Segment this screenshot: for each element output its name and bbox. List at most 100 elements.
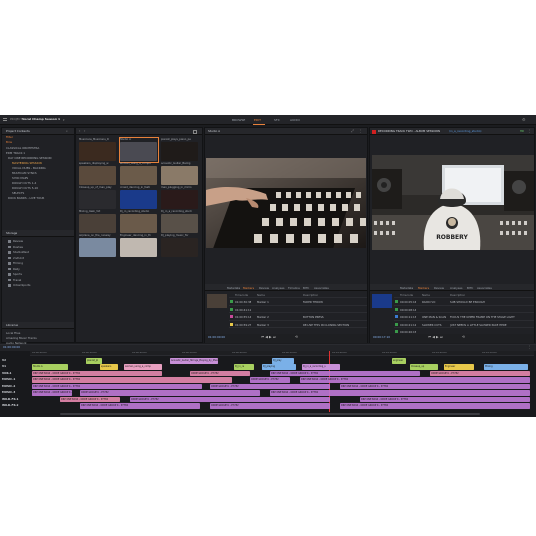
bin-item[interactable]: ROUGH CUTS 5-16	[12, 186, 38, 190]
record-video-frame[interactable]: ROBBERY	[372, 155, 534, 250]
tab-associates[interactable]: Associates	[477, 286, 492, 290]
more-icon[interactable]: ⋮	[359, 129, 363, 133]
storage-item[interactable]: Review	[13, 239, 23, 243]
clip-thumbnail[interactable]: Musicians_Musicians_R	[79, 138, 117, 162]
nav-sfx[interactable]: SFX	[274, 118, 280, 122]
timeline-clip[interactable]: Closeup_up	[410, 364, 438, 370]
expand-icon[interactable]: ⤢	[351, 129, 354, 133]
bin-item[interactable]: DAY ONE RECORDING SESSION	[8, 156, 52, 160]
clip-thumbnail[interactable]: woman_using_a_compu	[120, 162, 158, 186]
bin-item[interactable]: MULTICAM SYNCS	[12, 171, 37, 175]
storage-item[interactable]: Filming	[13, 261, 23, 265]
bin-item[interactable]: CLASSICAL ORCHESTRA	[6, 146, 39, 150]
play-controls-icon[interactable]: ⏮◀▶⏭	[428, 335, 444, 339]
audio-clip[interactable]: DRP ONE BASS - ODDE GROUP K - P7782	[340, 383, 530, 389]
timeline-clip[interactable]: Mixing	[484, 364, 528, 370]
timeline-clip[interactable]: woman_using_a_comp	[124, 364, 162, 370]
timeline-clip[interactable]: Engineer	[444, 364, 474, 370]
settings-icon[interactable]: ⚙	[522, 117, 526, 122]
audio-clip[interactable]: DRP ONE BASS - ODDE GROUP K - P7782	[270, 390, 530, 396]
bin-item[interactable]: MASTERING SESSION	[12, 161, 42, 165]
grid-view-icon[interactable]	[193, 129, 197, 134]
clip-thumbnail[interactable]: acoustic_Guitar_Backg	[161, 162, 199, 186]
clip-thumbnail[interactable]: man_plugging_in_micro	[161, 186, 199, 210]
marker-row[interactable]: 01:00:55:14 Marker 2 BUTTON PRESS	[229, 313, 367, 321]
back-icon[interactable]: ‹	[79, 129, 80, 133]
timeline-clip[interactable]: Acoustic_Guitar_Strings_Playing_by_Music…	[170, 358, 218, 364]
clip-thumbnail[interactable]: Mixing_desk_Vid	[79, 210, 117, 234]
audio-clip[interactable]: ODDE GROUP K - P7782	[430, 370, 530, 376]
play-controls-icon[interactable]: ⏮◀▶⏭	[261, 335, 277, 339]
marker-row[interactable]: 00:00:11:13 ONE MAN & SCAN FOCUS THE UPPER…	[394, 313, 534, 321]
loop-icon[interactable]: ⟲	[462, 335, 465, 339]
tab-metadata[interactable]: Metadata	[400, 286, 413, 290]
timeline-clip[interactable]: Dj_in_a_recording_s	[302, 364, 340, 370]
storage-item[interactable]: Travel	[13, 278, 21, 282]
timeline-clip[interactable]: speakers	[100, 364, 118, 370]
bin-item[interactable]: SELECTS	[12, 191, 24, 195]
marker-row[interactable]: 01:00:59:27 Marker 3 RE-USE THIS IN CLOSIN…	[229, 321, 367, 328]
audio-clip[interactable]: DRP ONE BASS - ODDE GROUP K - P7782	[80, 403, 200, 409]
tab-bitc[interactable]: BITC	[303, 286, 309, 290]
track-label[interactable]: WILD-FX-2	[2, 403, 18, 407]
bin-item[interactable]: VOCAL DUBS - BACKING	[12, 166, 46, 170]
audio-clip[interactable]: ODDE GROUP K - P7782	[210, 383, 330, 389]
app-menu-icon[interactable]	[3, 118, 7, 121]
source-video-frame[interactable]	[206, 158, 366, 248]
audio-clip[interactable]: DRP ONE BASS - ODDE GROUP K - P7782	[32, 390, 72, 396]
loop-icon[interactable]: ⟲	[295, 335, 298, 339]
clip-thumbnail[interactable]: Dj_in_recording_studio	[120, 210, 158, 234]
track-label[interactable]: MUSIC-2	[2, 384, 15, 388]
timeline-clip[interactable]: DJ_play	[272, 358, 294, 364]
clip-thumbnail[interactable]: Engineer_dancing_in_th	[120, 234, 158, 258]
bins-label[interactable]: Bins	[6, 141, 12, 144]
track-label[interactable]: V2	[2, 358, 6, 362]
tab-analyses[interactable]: Analyses	[272, 286, 284, 290]
audio-clip[interactable]: DRP ONE BASS - ODDE GROUP K - P7782	[270, 370, 420, 376]
nav-browse[interactable]: BROWSE	[232, 118, 245, 122]
audio-clip[interactable]: ODDE GROUP K - P7782	[190, 370, 250, 376]
timeline-clip[interactable]: DJ_playing	[262, 364, 296, 370]
bin-item[interactable]: ROUGH CUTS 1-4	[12, 181, 36, 185]
tab-markers[interactable]: Markers	[418, 286, 429, 290]
marker-row[interactable]: 00:00:05:16 RADIO VO SUB SHOULD BE ENOUGH	[394, 298, 534, 306]
more-icon[interactable]: ⋮	[528, 345, 532, 349]
storage-item[interactable]: UrbanSports	[13, 283, 30, 287]
audio-clip[interactable]: ODDE GROUP K - P7782	[130, 396, 330, 402]
storage-item[interactable]: Rally	[13, 267, 20, 271]
nav-edit[interactable]: EDIT	[254, 118, 261, 122]
chevron-down-icon[interactable]: ▾	[63, 118, 65, 122]
audio-clip[interactable]: DRP ONE BASS - ODDE GROUP K - P7782	[340, 403, 530, 409]
clip-thumbnail[interactable]: pianist_plays_piano_pe	[161, 138, 199, 162]
tab-analyses[interactable]: Analyses	[450, 286, 462, 290]
filter-label[interactable]: Filter	[6, 136, 13, 139]
audio-clip[interactable]: DRP ONE BASS - ODDE GROUP K - P7782	[32, 383, 202, 389]
storage-item[interactable]: Rushes	[13, 245, 23, 249]
bin-item[interactable]: SYNC MAPS	[12, 176, 28, 180]
search-icon[interactable]: ⌕	[66, 129, 68, 133]
storage-item[interactable]: StudioWest	[13, 250, 29, 254]
marker-row[interactable]: 00:00:21:12 SLOWER CUTS JUST NEEDS A LITTL…	[394, 321, 534, 328]
track-label[interactable]: MUSIC-1	[2, 377, 15, 381]
forward-icon[interactable]: ›	[84, 129, 85, 133]
audio-clip[interactable]: DRP ONE BASS - ODDE GROUP K - P7782	[360, 396, 530, 402]
clip-thumbnail[interactable]: speakers_displaying_w	[79, 162, 117, 186]
marker-row[interactable]: 01:00:30:38 Marker 1 FADER THROW	[229, 298, 367, 306]
tab-review[interactable]: Review	[434, 286, 444, 290]
clip-thumbnail[interactable]: DJ_playing_music_for	[161, 234, 199, 258]
library-item[interactable]: Local Files	[6, 331, 20, 335]
tab-markers[interactable]: Markers	[243, 286, 254, 290]
storage-item[interactable]: Sports	[13, 272, 22, 276]
nav-audio[interactable]: AUDIO	[290, 118, 300, 122]
timeline-clip[interactable]: pianist_pl	[86, 358, 102, 364]
marker-row[interactable]: 01:00:41:11	[229, 306, 367, 313]
track-label[interactable]: V1	[2, 364, 6, 368]
tab-associates[interactable]: Associates	[314, 286, 329, 290]
track-label[interactable]: VOX-1	[2, 371, 11, 375]
more-icon[interactable]: ⋮	[528, 129, 532, 133]
tab-bitc[interactable]: BITC	[467, 286, 473, 290]
timeline-clip[interactable]: engineer	[392, 358, 406, 364]
clip-thumbnail[interactable]: Studio A	[119, 137, 159, 163]
tab-metadata[interactable]: Metadata	[227, 286, 240, 290]
timeline-scrollbar[interactable]	[60, 413, 480, 415]
